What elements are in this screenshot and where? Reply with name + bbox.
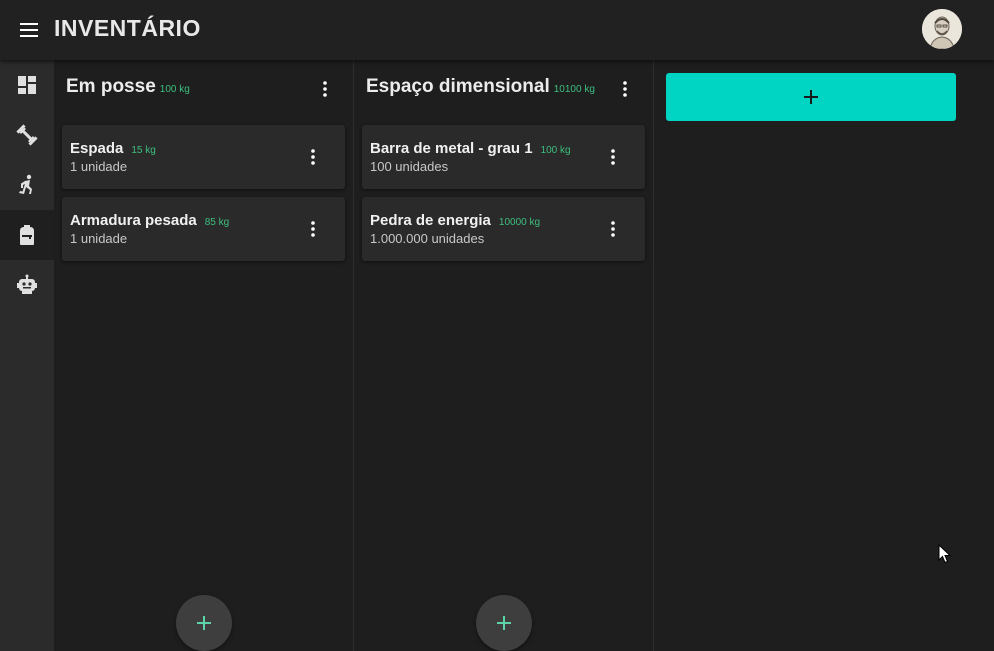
add-item-button[interactable]	[176, 595, 232, 651]
dashboard-icon	[18, 76, 36, 94]
menu-icon[interactable]	[16, 18, 44, 42]
rail-item-companions[interactable]	[0, 260, 54, 310]
rail-item-dashboard[interactable]	[0, 60, 54, 110]
robot-icon	[17, 274, 37, 294]
column-more-icon[interactable]	[313, 75, 337, 103]
item-weight: 100 kg	[540, 145, 571, 156]
plus-icon	[197, 616, 211, 630]
list-item[interactable]: Armadura pesada 85 kg 1 unidade	[62, 197, 345, 261]
column-title: Em posse	[66, 76, 156, 97]
item-name: Armadura pesada	[70, 212, 197, 229]
list-item[interactable]: Espada 15 kg 1 unidade	[62, 125, 345, 189]
list-item[interactable]: Pedra de energia 10000 kg 1.000.000 unid…	[362, 197, 645, 261]
item-quantity: 1 unidade	[70, 159, 128, 174]
column-header: Espaço dimensional 10100 kg	[366, 76, 595, 104]
rail-item-inventory[interactable]	[0, 210, 54, 260]
running-icon	[19, 174, 32, 194]
column-em-posse: Em posse 100 kg Espada 15 kg 1 unidade A…	[54, 60, 354, 651]
item-weight: 10000 kg	[498, 217, 541, 228]
app-bar: INVENTÁRIO	[0, 0, 994, 60]
item-name: Espada	[70, 140, 124, 157]
column-espaco-dimensional: Espaço dimensional 10100 kg Barra de met…	[354, 60, 654, 651]
item-more-icon[interactable]	[301, 215, 325, 243]
item-more-icon[interactable]	[601, 143, 625, 171]
item-name: Pedra de energia	[370, 212, 491, 229]
dumbbell-icon	[16, 124, 38, 146]
column-weight: 10100 kg	[553, 84, 595, 95]
column-more-icon[interactable]	[613, 75, 637, 103]
add-item-button[interactable]	[476, 595, 532, 651]
column-title: Espaço dimensional	[366, 76, 550, 97]
rail-item-activity[interactable]	[0, 160, 54, 210]
item-more-icon[interactable]	[301, 143, 325, 171]
backpack-icon	[20, 225, 34, 245]
column-header: Em posse 100 kg	[66, 76, 190, 104]
list-item[interactable]: Barra de metal - grau 1 100 kg 100 unida…	[362, 125, 645, 189]
item-more-icon[interactable]	[601, 215, 625, 243]
column-weight: 100 kg	[159, 84, 190, 95]
item-quantity: 1.000.000 unidades	[370, 231, 485, 246]
item-quantity: 100 unidades	[370, 159, 449, 174]
app-title: INVENTÁRIO	[54, 15, 201, 41]
item-weight: 15 kg	[131, 145, 156, 156]
rail-item-training[interactable]	[0, 110, 54, 160]
mouse-cursor-icon	[938, 544, 952, 564]
item-name: Barra de metal - grau 1	[370, 140, 533, 157]
item-quantity: 1 unidade	[70, 231, 128, 246]
avatar[interactable]	[922, 9, 962, 49]
plus-icon	[804, 90, 818, 104]
plus-icon	[497, 616, 511, 630]
navigation-rail	[0, 60, 54, 651]
item-weight: 85 kg	[204, 217, 230, 228]
add-column-button[interactable]	[666, 73, 956, 121]
